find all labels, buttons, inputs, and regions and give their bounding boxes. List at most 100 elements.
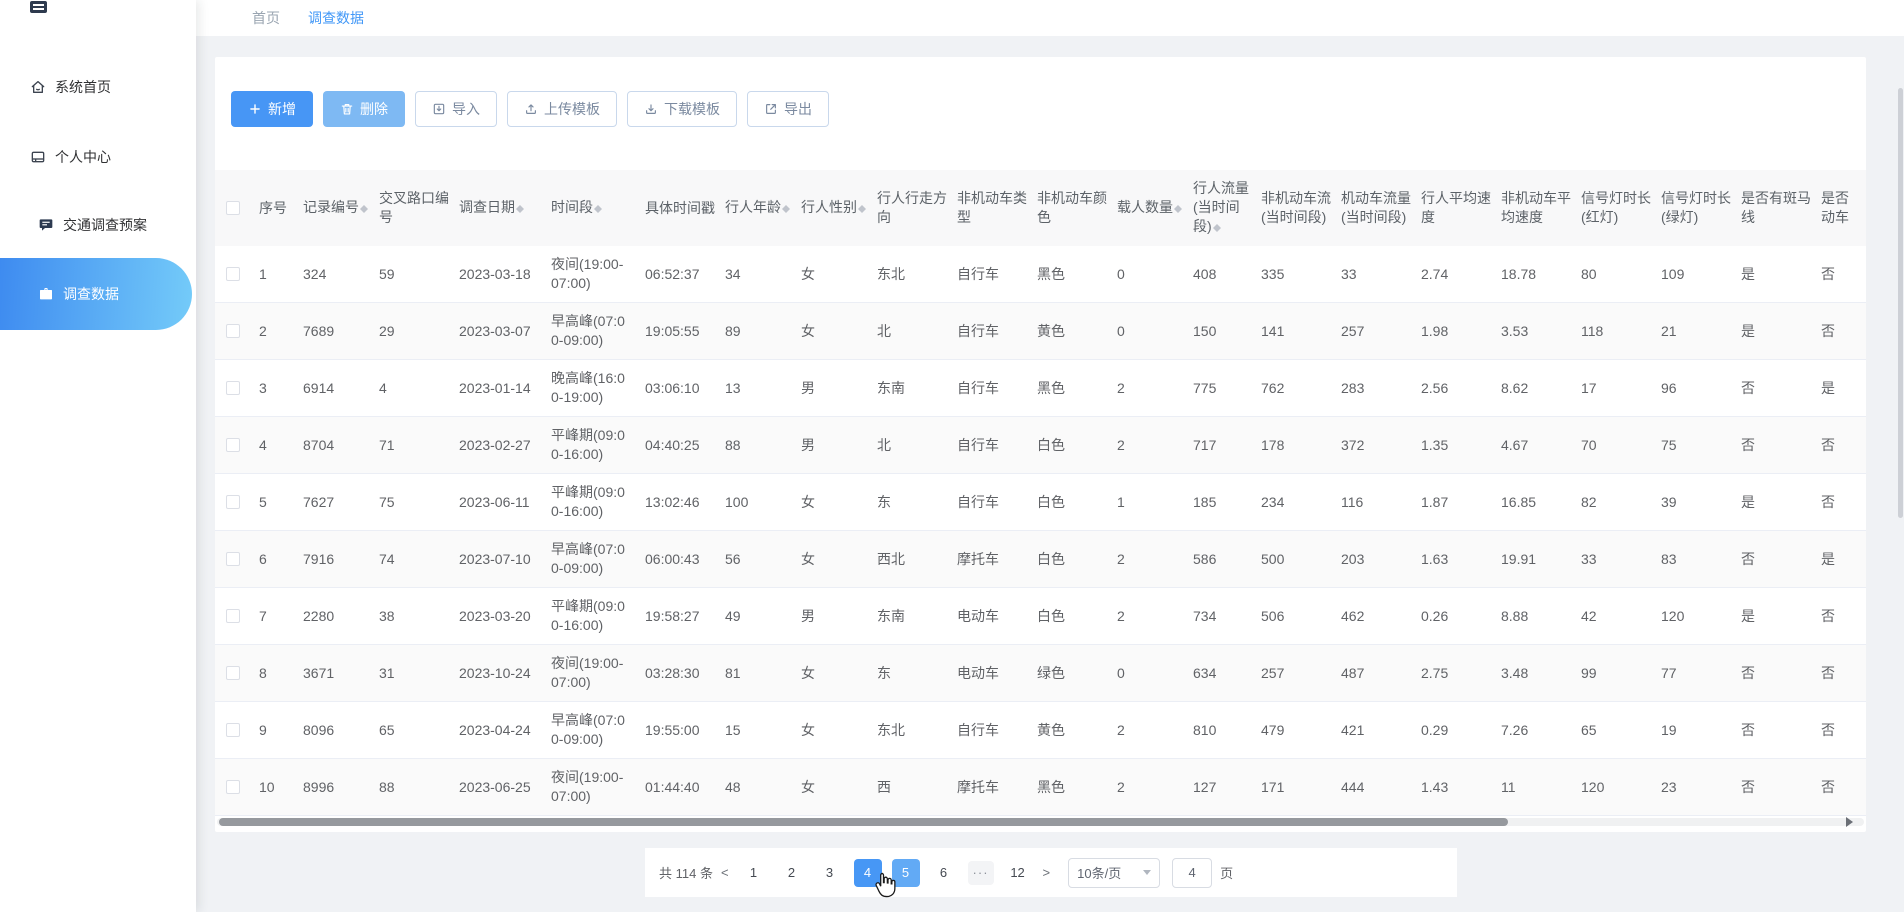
table-cell: 2.56 (1413, 360, 1493, 416)
row-checkbox[interactable] (226, 267, 240, 281)
table-cell: 127 (1185, 759, 1253, 815)
column-header[interactable]: 记录编号 (295, 170, 371, 246)
button-label: 删除 (360, 99, 388, 119)
table-cell: 634 (1185, 645, 1253, 701)
table-cell: 8.62 (1493, 360, 1573, 416)
sort-caret-icon[interactable] (782, 200, 790, 218)
sort-caret-icon[interactable] (1213, 219, 1221, 237)
sort-caret-icon[interactable] (360, 200, 368, 218)
table-cell: 734 (1185, 588, 1253, 644)
table-cell: 5 (251, 474, 295, 530)
table-cell: 141 (1253, 303, 1333, 359)
export-button[interactable]: 导出 (747, 91, 829, 127)
table-cell: 黄色 (1029, 702, 1109, 758)
table-cell: 49 (717, 588, 793, 644)
column-header[interactable]: 调查日期 (451, 170, 543, 246)
row-checkbox-cell (215, 303, 251, 359)
page-jump-input[interactable]: 4 (1172, 858, 1212, 888)
page-button-4[interactable]: 4 (854, 859, 882, 887)
table-cell: 01:44:40 (637, 759, 717, 815)
table-cell: 3671 (295, 645, 371, 701)
horizontal-scrollbar-thumb[interactable] (219, 818, 1508, 826)
table-cell: 408 (1185, 246, 1253, 302)
table-cell: 否 (1733, 759, 1813, 815)
column-header: 行人平均速度 (1413, 170, 1493, 246)
table-cell: 4.67 (1493, 417, 1573, 473)
breadcrumb-current[interactable]: 调查数据 (308, 8, 364, 28)
table-cell: 586 (1185, 531, 1253, 587)
column-header: 交叉路口编号 (371, 170, 451, 246)
column-header: 非机动车流(当时间段) (1253, 170, 1333, 246)
table-cell: 黑色 (1029, 246, 1109, 302)
button-label: 新增 (268, 99, 296, 119)
select-all-checkbox[interactable] (226, 201, 240, 215)
sidebar-item-survey-data[interactable]: 调查数据 (0, 258, 192, 330)
button-label: 上传模板 (544, 99, 600, 119)
row-checkbox[interactable] (226, 609, 240, 623)
table-cell: 65 (371, 702, 451, 758)
table-cell: 2023-06-25 (451, 759, 543, 815)
sort-caret-icon[interactable] (1174, 200, 1182, 218)
scroll-right-arrow-icon[interactable] (1846, 817, 1858, 827)
pagination-next-button[interactable]: > (1037, 865, 1057, 880)
window-scrollbar-thumb[interactable] (1898, 88, 1903, 518)
page-button-3[interactable]: 3 (816, 859, 844, 887)
sidebar-item-system-home[interactable]: 系统首页 (0, 62, 196, 112)
sort-caret-icon[interactable] (858, 200, 866, 218)
row-checkbox[interactable] (226, 438, 240, 452)
upload-template-button[interactable]: 上传模板 (507, 91, 617, 127)
table-cell: 70 (1573, 417, 1653, 473)
table-cell: 绿色 (1029, 645, 1109, 701)
page-button-5[interactable]: 5 (892, 859, 920, 887)
column-header[interactable]: 行人性别 (793, 170, 869, 246)
table-cell: 否 (1733, 360, 1813, 416)
sidebar-item-personal-center[interactable]: 个人中心 (0, 132, 196, 182)
column-header[interactable]: 时间段 (543, 170, 637, 246)
column-header[interactable]: 载人数量 (1109, 170, 1185, 246)
row-checkbox-cell (215, 474, 251, 530)
row-checkbox[interactable] (226, 381, 240, 395)
column-header-label: 非机动车流(当时间段) (1261, 189, 1331, 227)
row-checkbox[interactable] (226, 780, 240, 794)
table-cell: 2 (1109, 588, 1185, 644)
delete-button[interactable]: 删除 (323, 91, 405, 127)
row-checkbox-cell (215, 588, 251, 644)
page-button-1[interactable]: 1 (740, 859, 768, 887)
row-checkbox[interactable] (226, 666, 240, 680)
table-cell: 否 (1813, 246, 1866, 302)
window-scrollbar[interactable] (1897, 0, 1904, 912)
card-icon (30, 149, 46, 165)
breadcrumb-home[interactable]: 首页 (252, 8, 280, 28)
row-checkbox[interactable] (226, 495, 240, 509)
page-button-2[interactable]: 2 (778, 859, 806, 887)
sort-caret-icon[interactable] (594, 200, 602, 218)
sort-caret-icon[interactable] (516, 200, 524, 218)
table-cell: 东 (869, 645, 949, 701)
column-header[interactable]: 行人年龄 (717, 170, 793, 246)
column-header[interactable]: 行人流量(当时间段) (1185, 170, 1253, 246)
download-template-button[interactable]: 下载模板 (627, 91, 737, 127)
import-button[interactable]: 导入 (415, 91, 497, 127)
sidebar-item-traffic-survey-plan[interactable]: 交通调查预案 (0, 200, 196, 250)
table-cell: 摩托车 (949, 759, 1029, 815)
table-cell: 自行车 (949, 474, 1029, 530)
table-cell: 88 (371, 759, 451, 815)
table-cell: 自行车 (949, 246, 1029, 302)
page-button-12[interactable]: 12 (1004, 859, 1032, 887)
page-button-6[interactable]: 6 (930, 859, 958, 887)
table-cell: 否 (1733, 417, 1813, 473)
row-checkbox[interactable] (226, 324, 240, 338)
table-cell: 西北 (869, 531, 949, 587)
add-button[interactable]: 新增 (231, 91, 313, 127)
table-cell: 东 (869, 474, 949, 530)
pagination-ellipsis[interactable]: ··· (968, 861, 994, 885)
row-checkbox[interactable] (226, 552, 240, 566)
page-size-select[interactable]: 10条/页 (1068, 858, 1160, 888)
table-cell: 1.63 (1413, 531, 1493, 587)
table-cell: 8096 (295, 702, 371, 758)
page-size-value: 10条/页 (1077, 863, 1121, 882)
row-checkbox[interactable] (226, 723, 240, 737)
row-checkbox-cell (215, 645, 251, 701)
horizontal-scrollbar[interactable] (217, 818, 1864, 826)
pagination-prev-button[interactable]: < (715, 865, 735, 880)
